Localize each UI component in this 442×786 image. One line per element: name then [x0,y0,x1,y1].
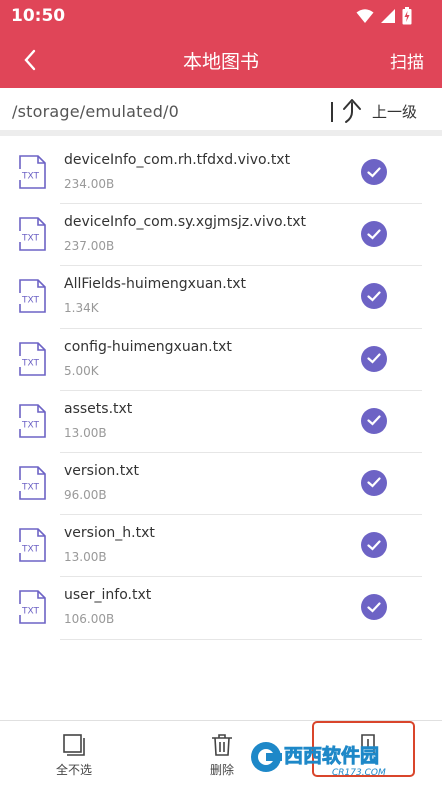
checkmark-icon [367,166,381,178]
svg-text:TXT: TXT [21,234,40,244]
svg-text:TXT: TXT [21,358,40,368]
svg-text:TXT: TXT [21,172,40,182]
chevron-left-icon [24,49,36,71]
status-time: 10:50 [11,6,66,26]
deselect-all-label: 全不选 [55,763,92,777]
checkbox-checked[interactable] [361,407,387,434]
checkmark-icon [367,540,381,551]
txt-file-icon: TXT [18,155,46,189]
svg-text:西西软件园: 西西软件园 [284,744,379,767]
checkmark-icon [367,229,381,240]
wifi-icon [356,9,374,23]
file-row[interactable]: TXT version.txt 96.00B [0,453,442,516]
current-path: /storage/emulated/0 [12,102,180,121]
toolbar: 本地图书 扫描 [0,32,442,88]
svg-text:TXT: TXT [21,607,40,617]
app-header: 10:50 本地图书 扫描 [0,0,442,88]
file-name: user_info.txt [64,587,152,604]
path-bar: /storage/emulated/0 上一级 [0,88,442,136]
checkmark-icon [367,602,381,613]
file-size: 106.00B [64,612,115,627]
txt-file-icon: TXT [18,590,46,625]
txt-file-icon: TXT [18,466,46,500]
file-name: version_h.txt [64,525,155,542]
file-size: 1.34K [64,301,99,316]
file-row[interactable]: TXT deviceInfo_com.sy.xgjmsjz.vivo.txt 2… [0,204,442,267]
file-name: assets.txt [64,400,133,417]
status-bar: 10:50 [0,0,442,32]
file-size: 13.00B [64,550,107,565]
deselect-all-button[interactable]: 全不选 [44,721,104,786]
txt-file-icon: TXT [18,217,46,251]
signal-icon [381,9,395,23]
txt-file-icon: TXT [18,528,46,562]
file-name: AllFields-huimengxuan.txt [64,276,246,293]
checkmark-icon [367,291,381,302]
checkmark-icon [367,353,381,364]
file-size: 237.00B [64,239,115,254]
battery-icon [402,7,412,25]
scan-button[interactable]: 扫描 [390,48,424,73]
file-name: config-huimengxuan.txt [64,338,232,355]
checkbox-checked[interactable] [361,532,387,559]
file-size: 96.00B [64,487,107,502]
file-row[interactable]: TXT version_h.txt 13.00B [0,515,442,578]
checkmark-icon [367,415,381,426]
file-name: version.txt [64,462,139,479]
file-row[interactable]: TXT user_info.txt 106.00B [0,577,442,640]
page-title: 本地图书 [182,51,259,73]
watermark-logo: 西西软件园 CR173.COM [251,742,386,778]
file-name: deviceInfo_com.rh.tfdxd.vivo.txt [64,152,291,168]
svg-text:TXT: TXT [21,296,40,306]
delete-label: 删除 [209,763,234,777]
deselect-all-icon [63,734,85,756]
file-size: 234.00B [64,177,115,191]
checkbox-checked[interactable] [361,345,387,372]
checkbox-checked[interactable] [361,283,387,310]
svg-text:CR173.COM: CR173.COM [332,768,386,778]
file-row[interactable]: TXT config-huimengxuan.txt 5.00K [0,329,442,391]
svg-text:TXT: TXT [21,545,40,555]
parent-directory-button[interactable]: 上一级 [342,98,417,124]
path-divider [331,102,333,122]
back-button[interactable] [14,44,46,76]
file-size: 13.00B [64,425,107,440]
file-name: deviceInfo_com.sy.xgjmsjz.vivo.txt [64,214,307,231]
checkbox-checked[interactable] [361,594,387,621]
delete-button[interactable]: 删除 [192,721,252,786]
file-row[interactable]: TXT deviceInfo_com.rh.tfdxd.vivo.txt 234… [0,142,442,205]
file-row[interactable]: TXT AllFields-huimengxuan.txt 1.34K [0,266,442,329]
checkbox-checked[interactable] [361,469,387,496]
txt-file-icon: TXT [18,341,46,376]
file-size: 5.00K [64,363,99,378]
status-icons [356,7,412,25]
up-arrow-icon [343,99,361,123]
svg-text:TXT: TXT [21,420,40,430]
parent-directory-label: 上一级 [372,102,418,121]
checkbox-checked[interactable] [361,159,387,185]
trash-icon [212,734,232,756]
file-list: TXT deviceInfo_com.rh.tfdxd.vivo.txt 234… [0,142,442,640]
txt-file-icon: TXT [18,279,46,314]
checkbox-checked[interactable] [361,221,387,248]
checkmark-icon [367,477,381,488]
txt-file-icon: TXT [18,403,46,438]
svg-text:TXT: TXT [21,482,40,492]
file-row[interactable]: TXT assets.txt 13.00B [0,391,442,454]
